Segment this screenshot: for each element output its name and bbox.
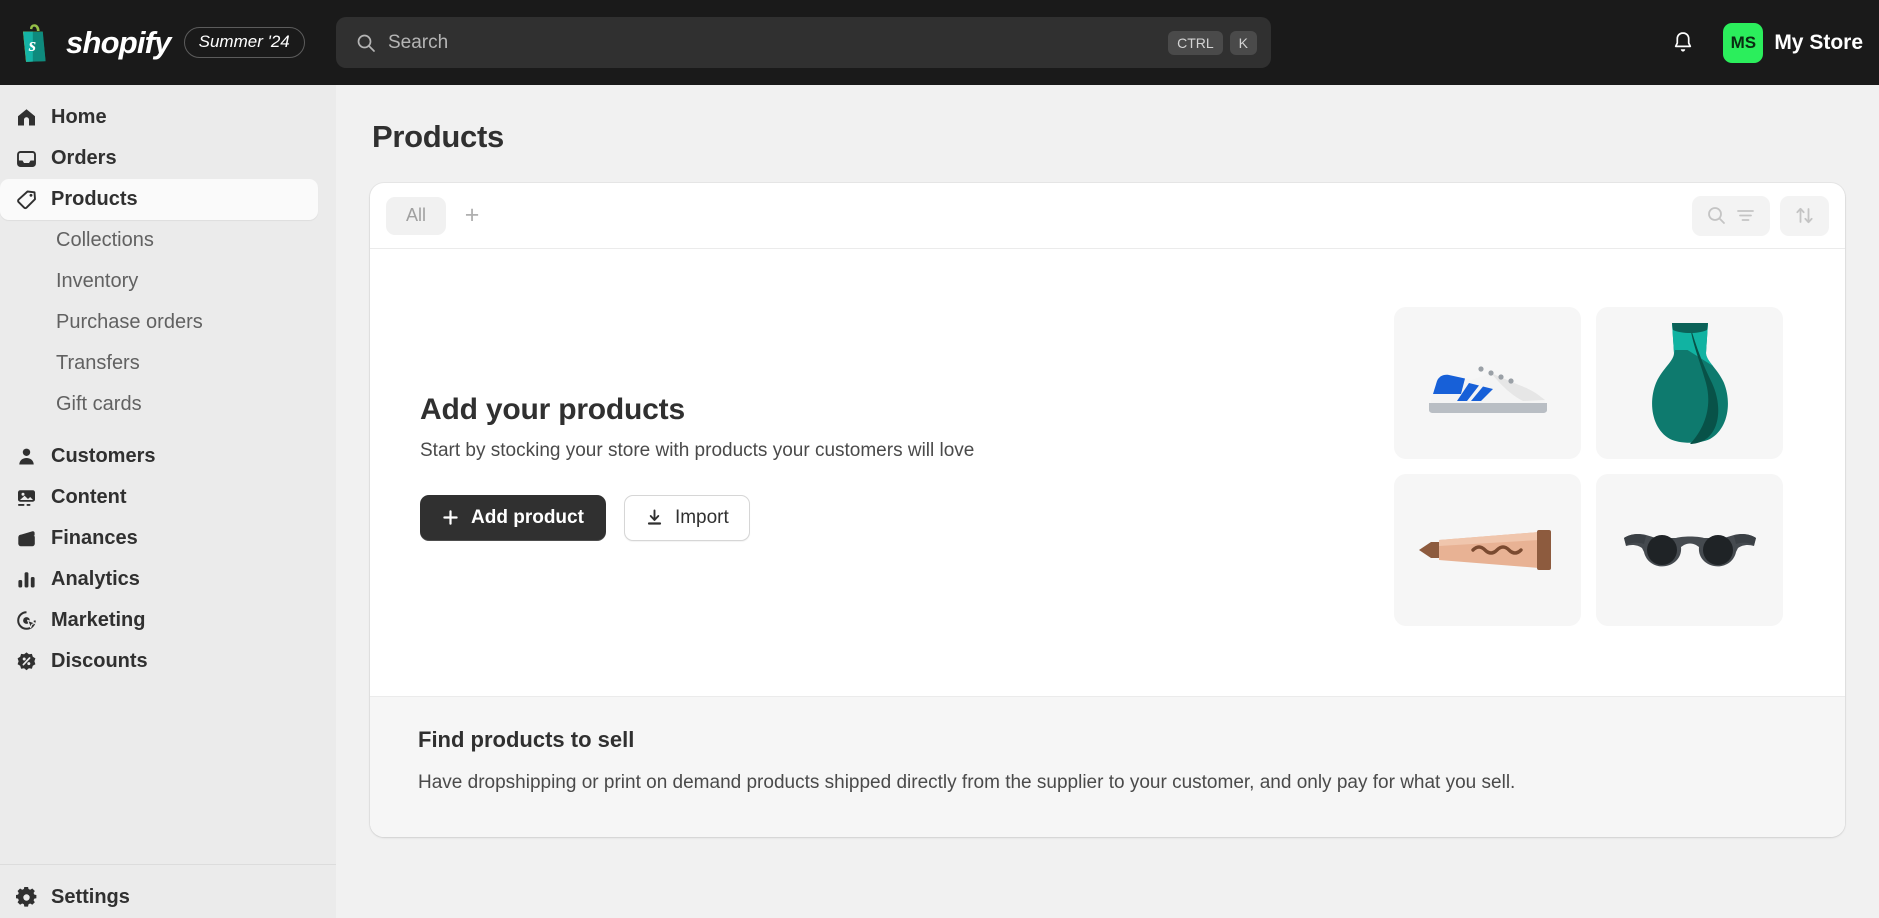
sidebar-item-discounts[interactable]: Discounts — [0, 641, 318, 682]
sidebar-item-purchase-orders[interactable]: Purchase orders — [0, 302, 318, 343]
sidebar-item-customers[interactable]: Customers — [0, 436, 318, 477]
sidebar-item-label: Home — [51, 106, 107, 128]
search-icon — [1708, 207, 1725, 224]
vase-illustration — [1596, 307, 1783, 459]
empty-state: Add your products Start by stocking your… — [370, 249, 1845, 696]
sidebar-item-collections[interactable]: Collections — [0, 220, 318, 261]
find-products-section: Find products to sell Have dropshipping … — [370, 696, 1845, 837]
sidebar-item-settings[interactable]: Settings — [0, 877, 318, 918]
search-filter-button[interactable] — [1692, 195, 1770, 236]
season-badge: Summer '24 — [183, 27, 305, 58]
add-tab-button[interactable]: + — [452, 197, 492, 235]
sidebar: Home Orders Products Collections Invento… — [0, 85, 336, 918]
import-button[interactable]: Import — [623, 494, 750, 541]
find-products-heading: Find products to sell — [418, 727, 635, 752]
kbd-k: K — [1229, 30, 1257, 55]
bar-chart-icon — [16, 569, 37, 590]
sidebar-item-products[interactable]: Products — [0, 179, 318, 220]
main-content: Products All + Add your products Start b… — [336, 85, 1879, 918]
top-bar: s shopify Summer '24 CTRL K MS My Store — [0, 0, 1879, 85]
products-card: All + Add your products Start by stockin… — [370, 183, 1845, 837]
empty-state-description: Start by stocking your store with produc… — [420, 439, 975, 461]
home-icon — [16, 107, 37, 128]
sidebar-item-label: Purchase orders — [56, 311, 203, 333]
tab-all[interactable]: All — [386, 196, 447, 235]
tag-icon — [16, 189, 37, 210]
empty-state-heading: Add your products — [420, 392, 685, 426]
sidebar-item-label: Collections — [56, 229, 154, 251]
sort-button[interactable] — [1780, 195, 1829, 236]
add-product-label: Add product — [471, 506, 584, 528]
kbd-ctrl: CTRL — [1168, 30, 1223, 55]
search-bar[interactable]: CTRL K — [336, 17, 1271, 68]
sidebar-item-inventory[interactable]: Inventory — [0, 261, 318, 302]
download-icon — [647, 509, 662, 525]
gear-icon — [16, 887, 37, 908]
store-name: My Store — [1774, 30, 1863, 54]
sneaker-illustration — [1394, 307, 1581, 459]
target-cursor-icon — [16, 610, 37, 631]
plus-icon — [443, 510, 458, 525]
sidebar-item-label: Customers — [51, 445, 156, 467]
sidebar-item-label: Content — [51, 486, 127, 508]
wallet-icon — [16, 528, 37, 549]
sidebar-item-label: Orders — [51, 147, 117, 169]
svg-text:s: s — [28, 35, 36, 56]
sidebar-item-analytics[interactable]: Analytics — [0, 559, 318, 600]
page-title: Products — [372, 119, 504, 154]
import-label: Import — [674, 506, 729, 528]
avatar: MS — [1723, 22, 1764, 63]
sidebar-item-label: Settings — [51, 886, 130, 908]
add-product-button[interactable]: Add product — [420, 494, 606, 541]
filter-icon — [1737, 210, 1754, 221]
sidebar-item-content[interactable]: Content — [0, 477, 318, 518]
person-icon — [16, 446, 37, 467]
store-menu-button[interactable]: MS My Store — [1718, 18, 1871, 68]
top-bar-right: MS My Store — [1662, 0, 1879, 85]
sidebar-item-label: Finances — [51, 527, 138, 549]
brand-name: shopify — [66, 24, 171, 60]
search-input[interactable] — [376, 31, 1169, 54]
bell-icon — [1675, 32, 1692, 52]
find-products-description: Have dropshipping or print on demand pro… — [418, 772, 1516, 793]
search-icon — [357, 34, 375, 52]
sidebar-item-home[interactable]: Home — [0, 97, 318, 138]
sidebar-flex-spacer — [0, 682, 336, 864]
card-toolbar: All + — [370, 183, 1845, 249]
sidebar-item-finances[interactable]: Finances — [0, 518, 318, 559]
sidebar-item-label: Transfers — [56, 352, 140, 374]
sidebar-item-label: Products — [51, 188, 138, 210]
sidebar-item-marketing[interactable]: Marketing — [0, 600, 318, 641]
sidebar-item-orders[interactable]: Orders — [0, 138, 318, 179]
image-icon — [16, 487, 37, 508]
sidebar-item-label: Inventory — [56, 270, 139, 292]
sidebar-item-gift-cards[interactable]: Gift cards — [0, 384, 318, 425]
shopify-bag-icon: s — [23, 23, 46, 62]
discount-percent-icon — [16, 651, 37, 672]
sunglasses-illustration — [1596, 474, 1783, 626]
sidebar-item-transfers[interactable]: Transfers — [0, 343, 318, 384]
sidebar-item-label: Gift cards — [56, 393, 142, 415]
notifications-button[interactable] — [1662, 22, 1704, 64]
sidebar-item-label: Analytics — [51, 568, 140, 590]
sidebar-item-label: Discounts — [51, 650, 148, 672]
search-shortcut-keys: CTRL K — [1168, 30, 1257, 55]
empty-state-text: Add your products Start by stocking your… — [418, 393, 1394, 541]
sidebar-divider — [0, 864, 336, 865]
brand-area[interactable]: s shopify Summer '24 — [0, 23, 336, 62]
sidebar-item-label: Marketing — [51, 609, 146, 631]
cosmetic-tube-illustration — [1394, 474, 1581, 626]
sort-arrows-icon — [1796, 207, 1813, 224]
orders-inbox-icon — [16, 148, 37, 169]
empty-state-actions: Add product Import — [420, 494, 1394, 541]
product-thumbnails — [1394, 307, 1783, 626]
